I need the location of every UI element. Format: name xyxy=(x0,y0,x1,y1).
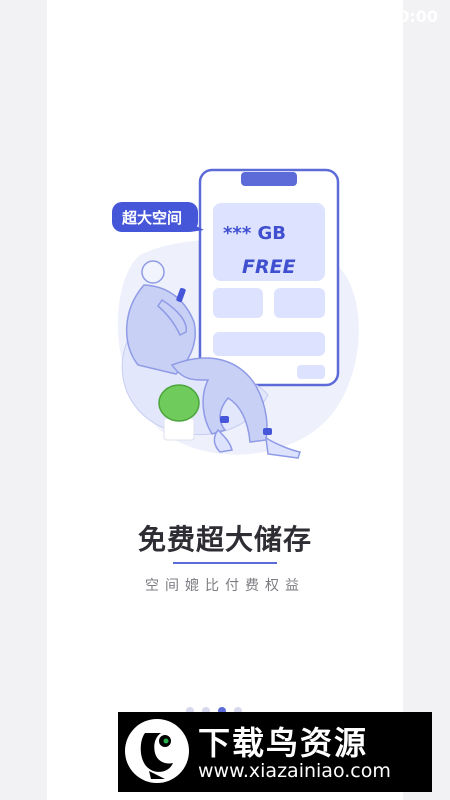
phone-tile xyxy=(274,288,325,318)
watermark-banner: 下载鸟资源 www.xiazainiao.com xyxy=(118,712,432,792)
card-free-text: FREE xyxy=(242,256,296,278)
card-size-text: *** GB xyxy=(223,223,286,244)
onboarding-subtitle: 空间媲比付费权益 xyxy=(145,578,305,594)
plant-leaves xyxy=(158,384,200,422)
person-head xyxy=(141,260,165,284)
title-divider xyxy=(173,562,277,564)
status-time: 0:00 xyxy=(398,7,438,26)
bubble-label: 超大空间 xyxy=(121,209,182,227)
watermark-url: www.xiazainiao.com xyxy=(198,760,391,782)
onboarding-title: 免费超大储存 xyxy=(137,523,312,556)
phone-tile xyxy=(213,288,263,318)
status-bar: 0:00 xyxy=(0,0,450,34)
phone-tile xyxy=(297,365,325,379)
sock xyxy=(263,428,272,435)
phone-notch xyxy=(241,172,297,186)
watermark-title: 下载鸟资源 xyxy=(198,724,369,762)
phone-tile xyxy=(213,332,325,356)
sock xyxy=(220,416,229,423)
watermark-bird-logo-icon xyxy=(125,719,189,783)
storage-illustration: *** GB FREE 超大空间 xyxy=(112,168,359,459)
